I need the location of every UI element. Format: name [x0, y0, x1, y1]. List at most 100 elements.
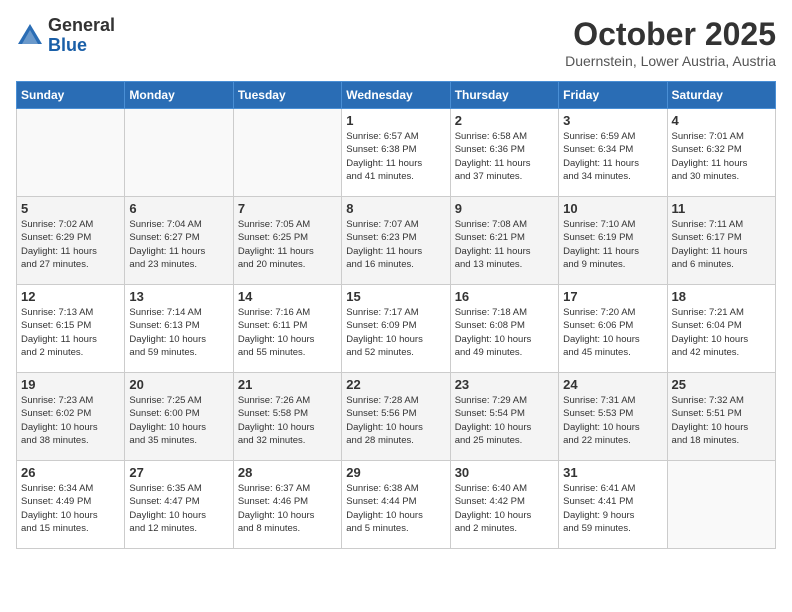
day-info: Sunrise: 7:20 AM Sunset: 6:06 PM Dayligh… [563, 306, 662, 359]
day-info: Sunrise: 7:32 AM Sunset: 5:51 PM Dayligh… [672, 394, 771, 447]
day-info: Sunrise: 7:11 AM Sunset: 6:17 PM Dayligh… [672, 218, 771, 271]
day-number: 13 [129, 289, 228, 304]
calendar-cell: 16Sunrise: 7:18 AM Sunset: 6:08 PM Dayli… [450, 285, 558, 373]
day-info: Sunrise: 7:29 AM Sunset: 5:54 PM Dayligh… [455, 394, 554, 447]
day-number: 2 [455, 113, 554, 128]
day-number: 4 [672, 113, 771, 128]
day-info: Sunrise: 6:41 AM Sunset: 4:41 PM Dayligh… [563, 482, 662, 535]
day-number: 27 [129, 465, 228, 480]
calendar-cell: 27Sunrise: 6:35 AM Sunset: 4:47 PM Dayli… [125, 461, 233, 549]
day-info: Sunrise: 6:40 AM Sunset: 4:42 PM Dayligh… [455, 482, 554, 535]
day-info: Sunrise: 6:34 AM Sunset: 4:49 PM Dayligh… [21, 482, 120, 535]
weekday-header-monday: Monday [125, 82, 233, 109]
calendar-cell [233, 109, 341, 197]
weekday-header-wednesday: Wednesday [342, 82, 450, 109]
day-number: 29 [346, 465, 445, 480]
calendar-cell: 7 Sunrise: 7:05 AM Sunset: 6:25 PM Daylig… [233, 197, 341, 285]
month-title: October 2025 [565, 16, 776, 53]
calendar-week-row: 12Sunrise: 7:13 AM Sunset: 6:15 PM Dayli… [17, 285, 776, 373]
calendar-cell: 23 Sunrise: 7:29 AM Sunset: 5:54 PM Dayli… [450, 373, 558, 461]
calendar-week-row: 5Sunrise: 7:02 AM Sunset: 6:29 PM Daylig… [17, 197, 776, 285]
day-info: Sunrise: 7:21 AM Sunset: 6:04 PM Dayligh… [672, 306, 771, 359]
calendar-table: SundayMondayTuesdayWednesdayThursdayFrid… [16, 81, 776, 549]
logo-general-text: General [48, 15, 115, 35]
day-number: 14 [238, 289, 337, 304]
day-info: Sunrise: 7:25 AM Sunset: 6:00 PM Dayligh… [129, 394, 228, 447]
calendar-cell: 28 Sunrise: 6:37 AM Sunset: 4:46 PM Dayli… [233, 461, 341, 549]
day-info: Sunrise: 7:05 AM Sunset: 6:25 PM Dayligh… [238, 218, 337, 271]
day-number: 1 [346, 113, 445, 128]
calendar-cell: 22 Sunrise: 7:28 AM Sunset: 5:56 PM Dayli… [342, 373, 450, 461]
day-info: Sunrise: 6:59 AM Sunset: 6:34 PM Dayligh… [563, 130, 662, 183]
day-info: Sunrise: 7:14 AM Sunset: 6:13 PM Dayligh… [129, 306, 228, 359]
calendar-cell: 20 Sunrise: 7:25 AM Sunset: 6:00 PM Dayli… [125, 373, 233, 461]
day-info: Sunrise: 6:37 AM Sunset: 4:46 PM Dayligh… [238, 482, 337, 535]
day-info: Sunrise: 7:16 AM Sunset: 6:11 PM Dayligh… [238, 306, 337, 359]
day-number: 28 [238, 465, 337, 480]
title-block: October 2025 Duernstein, Lower Austria, … [565, 16, 776, 69]
calendar-cell: 9Sunrise: 7:08 AM Sunset: 6:21 PM Daylig… [450, 197, 558, 285]
calendar-cell: 13 Sunrise: 7:14 AM Sunset: 6:13 PM Dayli… [125, 285, 233, 373]
day-number: 11 [672, 201, 771, 216]
calendar-cell: 31 Sunrise: 6:41 AM Sunset: 4:41 PM Dayli… [559, 461, 667, 549]
calendar-cell: 4Sunrise: 7:01 AM Sunset: 6:32 PM Daylig… [667, 109, 775, 197]
day-info: Sunrise: 7:23 AM Sunset: 6:02 PM Dayligh… [21, 394, 120, 447]
day-number: 24 [563, 377, 662, 392]
day-number: 15 [346, 289, 445, 304]
day-info: Sunrise: 7:13 AM Sunset: 6:15 PM Dayligh… [21, 306, 120, 359]
calendar-cell: 5Sunrise: 7:02 AM Sunset: 6:29 PM Daylig… [17, 197, 125, 285]
calendar-cell: 10 Sunrise: 7:10 AM Sunset: 6:19 PM Dayli… [559, 197, 667, 285]
calendar-week-row: 19 Sunrise: 7:23 AM Sunset: 6:02 PM Dayli… [17, 373, 776, 461]
weekday-header-row: SundayMondayTuesdayWednesdayThursdayFrid… [17, 82, 776, 109]
day-number: 10 [563, 201, 662, 216]
calendar-cell: 17 Sunrise: 7:20 AM Sunset: 6:06 PM Dayli… [559, 285, 667, 373]
day-number: 17 [563, 289, 662, 304]
day-number: 25 [672, 377, 771, 392]
calendar-cell: 2Sunrise: 6:58 AM Sunset: 6:36 PM Daylig… [450, 109, 558, 197]
calendar-cell: 12Sunrise: 7:13 AM Sunset: 6:15 PM Dayli… [17, 285, 125, 373]
day-info: Sunrise: 7:31 AM Sunset: 5:53 PM Dayligh… [563, 394, 662, 447]
day-number: 7 [238, 201, 337, 216]
calendar-cell: 6 Sunrise: 7:04 AM Sunset: 6:27 PM Daylig… [125, 197, 233, 285]
day-number: 6 [129, 201, 228, 216]
calendar-cell: 30Sunrise: 6:40 AM Sunset: 4:42 PM Dayli… [450, 461, 558, 549]
day-info: Sunrise: 7:07 AM Sunset: 6:23 PM Dayligh… [346, 218, 445, 271]
calendar-cell: 15 Sunrise: 7:17 AM Sunset: 6:09 PM Dayli… [342, 285, 450, 373]
calendar-week-row: 1 Sunrise: 6:57 AM Sunset: 6:38 PM Daylig… [17, 109, 776, 197]
calendar-week-row: 26 Sunrise: 6:34 AM Sunset: 4:49 PM Dayli… [17, 461, 776, 549]
day-number: 26 [21, 465, 120, 480]
day-number: 20 [129, 377, 228, 392]
day-info: Sunrise: 7:28 AM Sunset: 5:56 PM Dayligh… [346, 394, 445, 447]
day-info: Sunrise: 7:17 AM Sunset: 6:09 PM Dayligh… [346, 306, 445, 359]
calendar-cell [17, 109, 125, 197]
calendar-cell: 24 Sunrise: 7:31 AM Sunset: 5:53 PM Dayli… [559, 373, 667, 461]
day-number: 3 [563, 113, 662, 128]
logo: General Blue [16, 16, 115, 56]
calendar-cell: 26 Sunrise: 6:34 AM Sunset: 4:49 PM Dayli… [17, 461, 125, 549]
day-info: Sunrise: 7:04 AM Sunset: 6:27 PM Dayligh… [129, 218, 228, 271]
calendar-cell: 14 Sunrise: 7:16 AM Sunset: 6:11 PM Dayli… [233, 285, 341, 373]
logo-icon [16, 22, 44, 50]
day-number: 19 [21, 377, 120, 392]
day-info: Sunrise: 7:18 AM Sunset: 6:08 PM Dayligh… [455, 306, 554, 359]
weekday-header-saturday: Saturday [667, 82, 775, 109]
weekday-header-thursday: Thursday [450, 82, 558, 109]
calendar-cell: 21 Sunrise: 7:26 AM Sunset: 5:58 PM Dayli… [233, 373, 341, 461]
day-number: 21 [238, 377, 337, 392]
day-number: 22 [346, 377, 445, 392]
calendar-cell: 25 Sunrise: 7:32 AM Sunset: 5:51 PM Dayli… [667, 373, 775, 461]
day-number: 5 [21, 201, 120, 216]
day-info: Sunrise: 7:08 AM Sunset: 6:21 PM Dayligh… [455, 218, 554, 271]
day-number: 8 [346, 201, 445, 216]
calendar-cell: 8 Sunrise: 7:07 AM Sunset: 6:23 PM Daylig… [342, 197, 450, 285]
calendar-cell: 19 Sunrise: 7:23 AM Sunset: 6:02 PM Dayli… [17, 373, 125, 461]
day-number: 23 [455, 377, 554, 392]
page-header: General Blue October 2025 Duernstein, Lo… [16, 16, 776, 69]
day-info: Sunrise: 7:10 AM Sunset: 6:19 PM Dayligh… [563, 218, 662, 271]
calendar-cell: 3 Sunrise: 6:59 AM Sunset: 6:34 PM Daylig… [559, 109, 667, 197]
day-number: 18 [672, 289, 771, 304]
day-info: Sunrise: 7:26 AM Sunset: 5:58 PM Dayligh… [238, 394, 337, 447]
day-number: 31 [563, 465, 662, 480]
location: Duernstein, Lower Austria, Austria [565, 53, 776, 69]
day-info: Sunrise: 6:57 AM Sunset: 6:38 PM Dayligh… [346, 130, 445, 183]
